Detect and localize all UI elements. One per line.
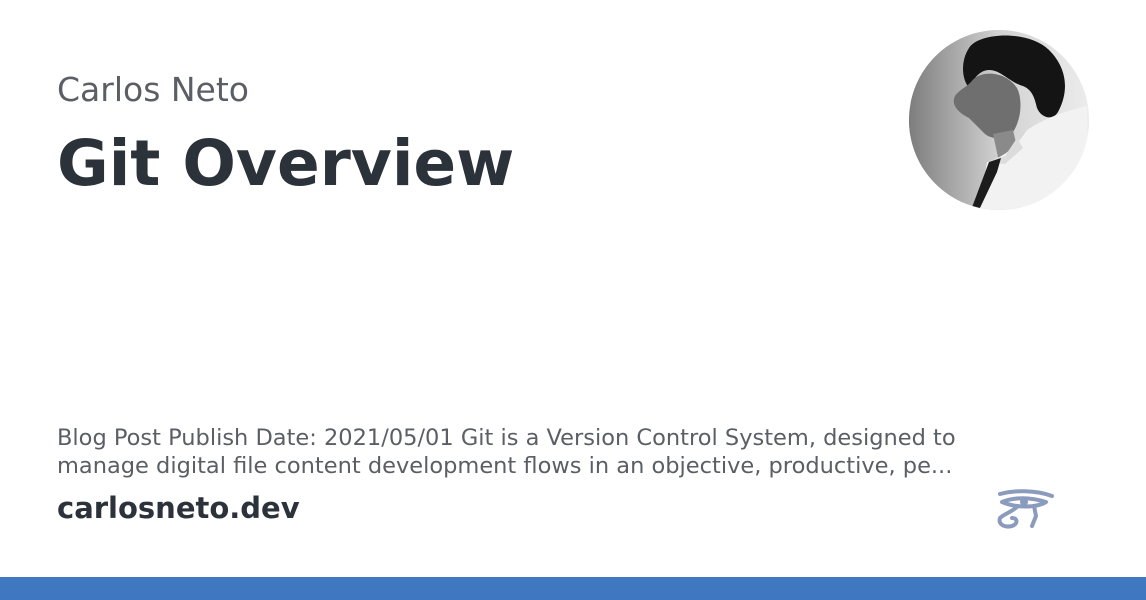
site-domain: carlosneto.dev [57,491,300,525]
post-title: Git Overview [57,127,515,200]
accent-bar [0,577,1146,600]
author-portrait-image [909,30,1089,210]
social-card: Carlos Neto Git Overview Blog Post Publi… [0,0,1146,600]
post-description: Blog Post Publish Date: 2021/05/01 Git i… [57,425,956,479]
eye-of-horus-icon [996,488,1056,532]
author-avatar [909,30,1089,210]
author-name: Carlos Neto [57,70,249,109]
